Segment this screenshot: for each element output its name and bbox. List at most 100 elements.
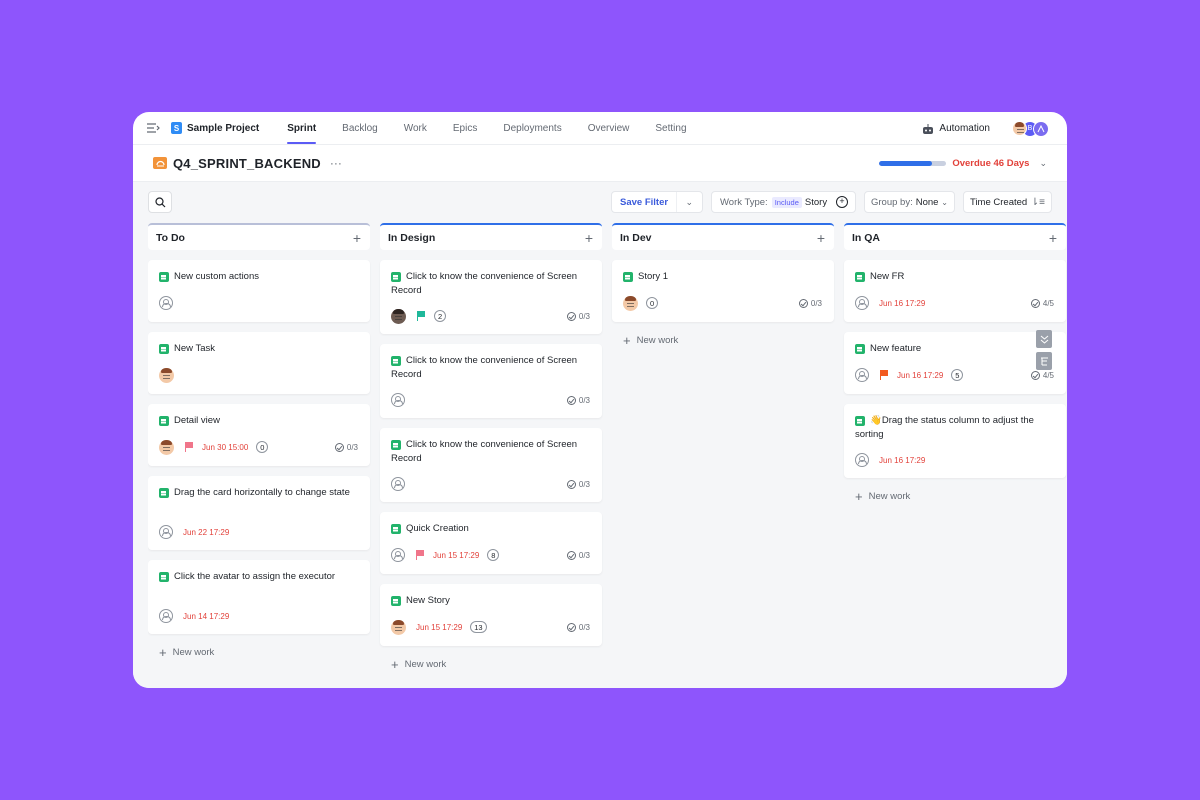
- work-card[interactable]: Click the avatar to assign the executor J…: [148, 560, 370, 634]
- work-card[interactable]: New FR Jun 16 17:29 4/5: [844, 260, 1066, 322]
- new-work-button[interactable]: + New work: [391, 658, 446, 671]
- check-circle-icon: [334, 442, 344, 452]
- work-card[interactable]: Quick Creation Jun 15 17:29 8 0/3: [380, 512, 602, 574]
- priority-flag-icon[interactable]: [879, 370, 889, 380]
- sprint-status[interactable]: Overdue 46 Days ⌄: [879, 145, 1047, 182]
- automation-button[interactable]: Automation: [922, 123, 990, 134]
- chevron-down-icon: ⌄: [941, 197, 948, 207]
- unassigned-user-icon[interactable]: [855, 368, 869, 382]
- sprint-title[interactable]: Q4_SPRINT_BACKEND: [173, 156, 321, 171]
- due-date[interactable]: Jun 16 17:29: [897, 371, 943, 380]
- work-card[interactable]: Click to know the convenience of Screen …: [380, 428, 602, 502]
- unassigned-user-icon[interactable]: [391, 548, 405, 562]
- new-work-button[interactable]: + New work: [855, 490, 910, 503]
- avatar[interactable]: [159, 367, 174, 383]
- subtask-progress: 0/3: [566, 622, 590, 632]
- work-card[interactable]: New Task: [148, 332, 370, 394]
- check-circle-icon: [566, 479, 576, 489]
- column-in-dev: In Dev + Story 1 0 0/3 + New work: [612, 223, 834, 688]
- new-work-button[interactable]: + New work: [623, 334, 678, 347]
- work-card[interactable]: New Story Jun 15 17:29 13 0/3: [380, 584, 602, 646]
- due-date[interactable]: Jun 14 17:29: [183, 612, 229, 621]
- work-card[interactable]: Click to know the convenience of Screen …: [380, 344, 602, 418]
- board-columns: To Do + New custom actions New Task Detail v…: [148, 223, 1067, 688]
- work-card[interactable]: Story 1 0 0/3: [612, 260, 834, 322]
- tab-deployments[interactable]: Deployments: [503, 112, 561, 144]
- tab-setting[interactable]: Setting: [655, 112, 686, 144]
- subtask-progress: 4/5: [1030, 298, 1054, 308]
- save-filter-label: Save Filter: [620, 196, 669, 208]
- work-type-filter[interactable]: Work Type: Include Story +: [711, 191, 856, 213]
- subtask-count: 0/3: [346, 442, 358, 452]
- group-by-select[interactable]: Group by: None ⌄: [864, 191, 955, 213]
- chevron-down-icon[interactable]: ⌄: [1039, 158, 1047, 169]
- due-date[interactable]: Jun 16 17:29: [879, 456, 925, 465]
- column-header[interactable]: In QA +: [844, 223, 1066, 250]
- card-meta: Jun 15 17:29 8 0/3: [391, 548, 590, 562]
- subtask-progress: 0/3: [334, 442, 358, 452]
- add-card-icon[interactable]: +: [585, 231, 593, 245]
- unassigned-user-icon[interactable]: [159, 609, 173, 623]
- work-card[interactable]: Drag the card horizontally to change sta…: [148, 476, 370, 550]
- tab-overview[interactable]: Overview: [588, 112, 630, 144]
- unassigned-user-icon[interactable]: [855, 453, 869, 467]
- unassigned-user-icon[interactable]: [391, 393, 405, 407]
- automation-label: Automation: [939, 123, 990, 134]
- avatar[interactable]: [391, 308, 406, 324]
- priority-flag-icon[interactable]: [415, 550, 425, 560]
- collapse-menu-icon[interactable]: [145, 121, 161, 135]
- work-card[interactable]: 👋Drag the status column to adjust the so…: [844, 404, 1066, 478]
- avatar[interactable]: [391, 619, 406, 635]
- new-work-label: New work: [172, 647, 215, 658]
- work-card[interactable]: Detail view Jun 30 15:00 0 0/3: [148, 404, 370, 466]
- tab-work[interactable]: Work: [404, 112, 427, 144]
- work-card[interactable]: New feature Jun 16 17:29 5 4/5: [844, 332, 1066, 394]
- add-card-icon[interactable]: +: [353, 231, 361, 245]
- chevron-down-icon[interactable]: ⌄: [685, 197, 693, 208]
- add-card-icon[interactable]: +: [1049, 231, 1057, 245]
- sort-select[interactable]: Time Created ⇂≡: [963, 191, 1052, 213]
- card-meta: Jun 16 17:29: [855, 453, 1054, 467]
- top-navigation: S Sample Project Sprint Backlog Work Epi…: [133, 112, 1067, 145]
- due-date[interactable]: Jun 15 17:29: [416, 623, 462, 632]
- divider: [676, 192, 677, 212]
- avatar[interactable]: [623, 295, 638, 311]
- overdue-label: Overdue 46 Days: [952, 158, 1030, 169]
- unassigned-user-icon[interactable]: [391, 477, 405, 491]
- project-switcher[interactable]: S Sample Project: [171, 122, 259, 134]
- tab-sprint[interactable]: Sprint: [287, 112, 316, 144]
- comment-count-badge: 0: [256, 441, 269, 453]
- column-header[interactable]: To Do +: [148, 223, 370, 250]
- unassigned-user-icon[interactable]: [159, 525, 173, 539]
- more-options-icon[interactable]: ···: [330, 156, 342, 170]
- column-header[interactable]: In Dev +: [612, 223, 834, 250]
- new-work-button[interactable]: + New work: [159, 646, 214, 659]
- due-date[interactable]: Jun 16 17:29: [879, 299, 925, 308]
- work-card[interactable]: Click to know the convenience of Screen …: [380, 260, 602, 334]
- due-date[interactable]: Jun 15 17:29: [433, 551, 479, 560]
- priority-flag-icon[interactable]: [184, 442, 194, 452]
- column-title: In QA: [852, 231, 880, 244]
- priority-flag-icon[interactable]: [416, 311, 426, 321]
- due-date[interactable]: Jun 22 17:29: [183, 528, 229, 537]
- card-title: Click to know the convenience of Screen …: [391, 439, 578, 464]
- unassigned-user-icon[interactable]: [855, 296, 869, 310]
- tab-backlog[interactable]: Backlog: [342, 112, 378, 144]
- sort-order-icon[interactable]: ⇂≡: [1031, 197, 1045, 208]
- tab-epics[interactable]: Epics: [453, 112, 477, 144]
- add-card-icon[interactable]: +: [817, 231, 825, 245]
- add-filter-icon[interactable]: +: [836, 196, 848, 208]
- member-avatars[interactable]: B: [1012, 120, 1049, 137]
- card-meta: Jun 16 17:29 5 4/5: [855, 368, 1054, 382]
- collapse-all-icon[interactable]: [1036, 330, 1052, 348]
- plus-icon: +: [391, 657, 399, 672]
- subtask-count: 0/3: [578, 550, 590, 560]
- avatar[interactable]: [159, 439, 174, 455]
- save-filter-button[interactable]: Save Filter ⌄: [611, 191, 703, 213]
- search-button[interactable]: [148, 191, 172, 213]
- unassigned-user-icon[interactable]: [159, 296, 173, 310]
- due-date[interactable]: Jun 30 15:00: [202, 443, 248, 452]
- hierarchy-icon[interactable]: [1036, 352, 1052, 370]
- work-card[interactable]: New custom actions: [148, 260, 370, 322]
- column-header[interactable]: In Design +: [380, 223, 602, 250]
